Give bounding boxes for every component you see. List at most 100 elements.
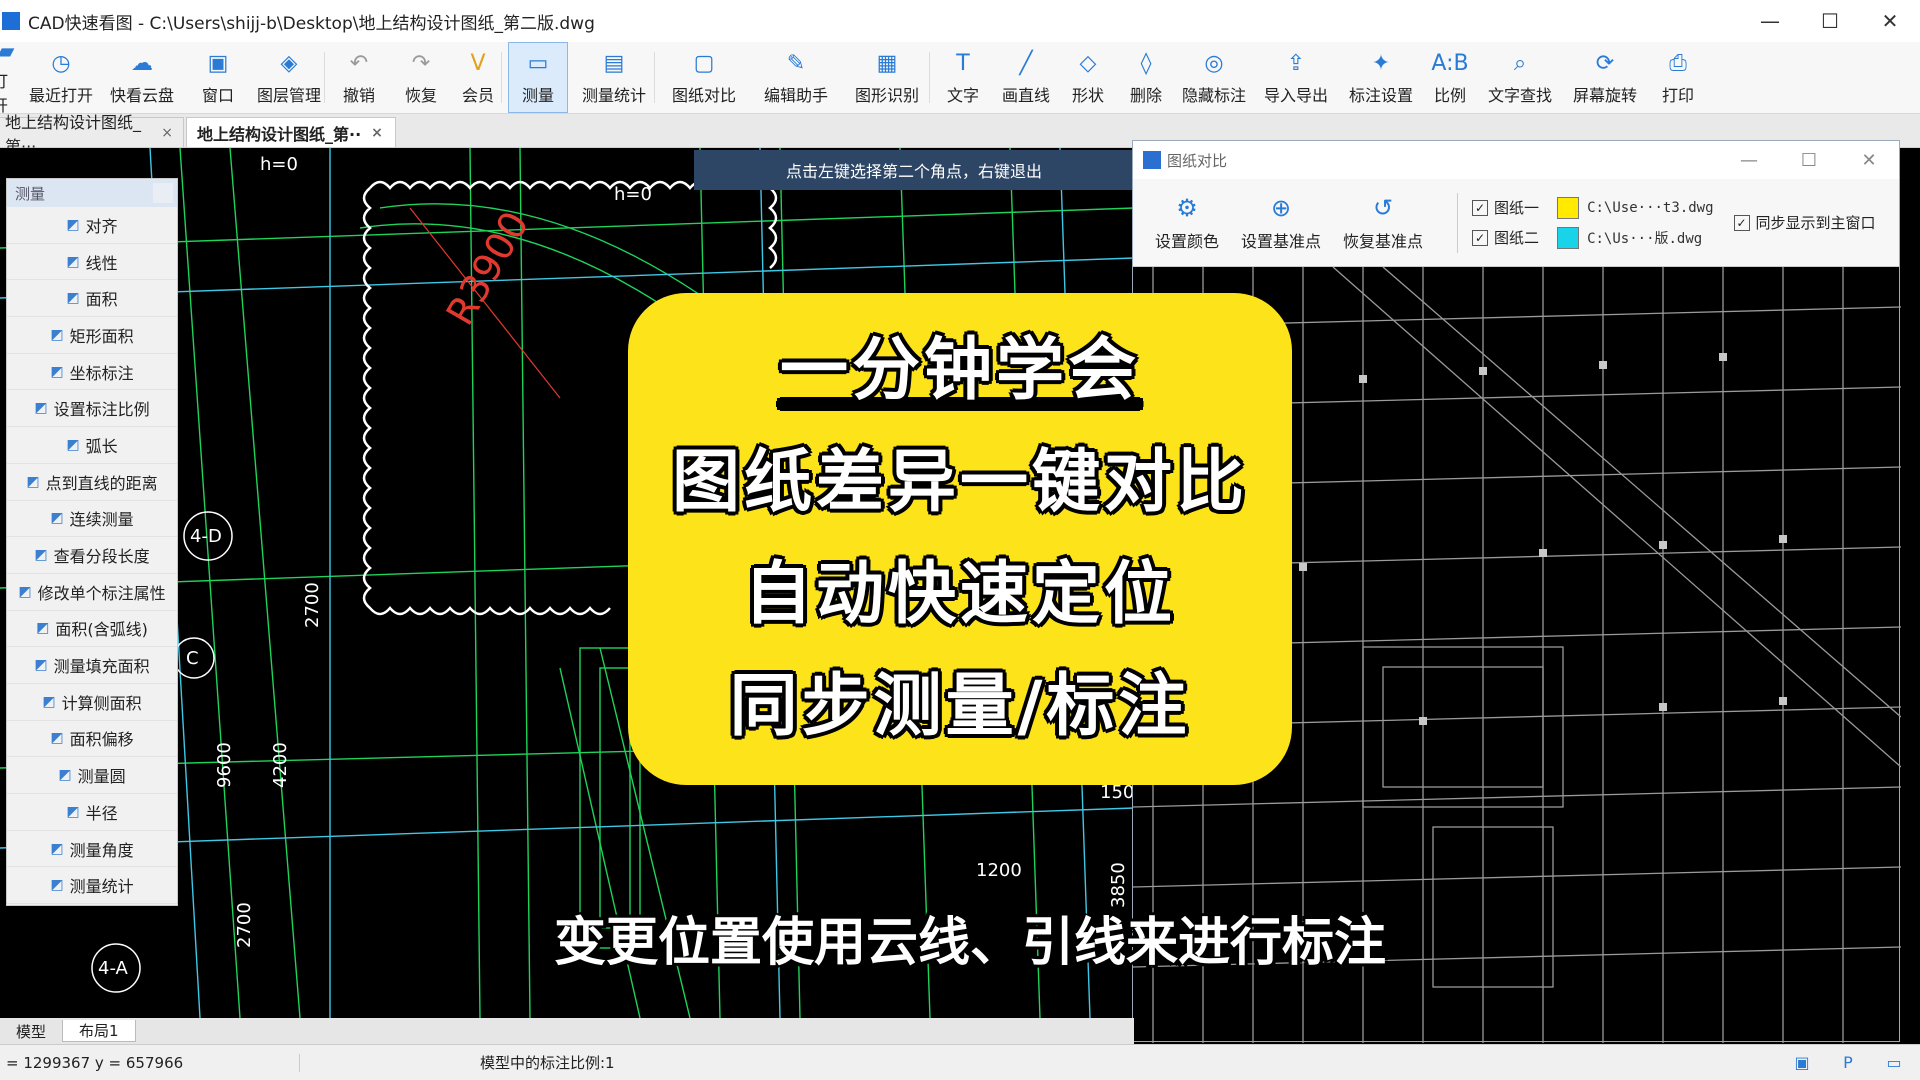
measure-item[interactable]: ◩ 面积偏移 <box>7 721 177 758</box>
toolbar-text-search-button[interactable]: ⌕ 文字查找 <box>1480 42 1560 113</box>
toolbar-vip-button[interactable]: V 会员 <box>455 42 501 113</box>
toolbar-annotation-settings-button[interactable]: ✦ 标注设置 <box>1342 42 1420 113</box>
measure-item[interactable]: ◩ 设置标注比例 <box>7 390 177 428</box>
compare-maximize-button[interactable]: ☐ <box>1779 150 1839 171</box>
compare-minimize-button[interactable]: — <box>1719 150 1779 171</box>
measure-tool-icon: ◩ <box>58 767 72 784</box>
toolbar-hide-button[interactable]: ◎ 隐藏标注 <box>1178 42 1250 113</box>
measure-item-label: 坐标标注 <box>69 363 134 383</box>
toolbar-scale-button[interactable]: A:B 比例 <box>1426 42 1474 113</box>
measure-item[interactable]: ◩ 对齐 <box>7 207 177 244</box>
measure-item[interactable]: ◩ 计算侧面积 <box>7 684 177 721</box>
measure-item[interactable]: ◩ 查看分段长度 <box>7 537 177 574</box>
panel-close-button[interactable] <box>153 183 173 203</box>
toolbar-measure-stats-button[interactable]: ▤ 测量统计 <box>574 42 654 113</box>
compare-close-button[interactable]: ✕ <box>1839 150 1899 171</box>
drawing-two-color-swatch[interactable] <box>1557 226 1580 249</box>
annotation-scale: 模型中的标注比例:1 <box>480 1054 615 1072</box>
pdf-icon[interactable]: P <box>1828 1050 1868 1076</box>
toolbar-import-export-button[interactable]: ⇪ 导入导出 <box>1256 42 1336 113</box>
drawing-one-checkbox[interactable]: ✓ <box>1472 199 1489 216</box>
tab-close-icon[interactable]: × <box>371 125 383 141</box>
set-color-button[interactable]: ⚙ 设置颜色 <box>1155 194 1219 252</box>
toolbar-label: 图纸对比 <box>671 85 736 105</box>
measure-item[interactable]: ◩ 面积 <box>7 280 177 318</box>
measure-item[interactable]: ◩ 测量统计 <box>7 867 177 905</box>
status-bar: = 1299367 y = 657966 模型中的标注比例:1 ▣ P ▭ <box>0 1044 1920 1080</box>
toolbar-label: 恢复 <box>404 85 437 105</box>
measure-item[interactable]: ◩ 测量填充面积 <box>7 647 177 684</box>
toolbar-rotate-screen-button[interactable]: ⟳ 屏幕旋转 <box>1566 42 1644 113</box>
measure-item-label: 对齐 <box>85 216 118 236</box>
document-tab-active[interactable]: 地上结构设计图纸_第·· × <box>186 117 396 147</box>
measure-item[interactable]: ◩ 测量角度 <box>7 831 177 868</box>
measure-item[interactable]: ◩ 矩形面积 <box>7 317 177 354</box>
measure-item[interactable]: ◩ 半径 <box>7 794 177 831</box>
measure-item-label: 修改单个标注属性 <box>37 583 166 603</box>
compare-window-title: 图纸对比 <box>1167 151 1228 170</box>
measure-tool-icon: ◩ <box>50 363 64 380</box>
sync-checkbox[interactable]: ✓ <box>1733 214 1750 231</box>
measure-tool-icon: ◩ <box>50 326 64 343</box>
screen-icon[interactable]: ▭ <box>1874 1050 1914 1076</box>
layout-tab[interactable]: 布局1 <box>62 1020 136 1042</box>
ruler-icon: ▭ <box>527 51 549 76</box>
hide-icon: ◎ <box>1204 51 1224 76</box>
toolbar-layers-button[interactable]: ◈ 图层管理 <box>254 42 324 113</box>
toolbar-clock-button[interactable]: ◷ 最近打开 <box>26 42 96 113</box>
document-tab[interactable]: 地上结构设计图纸_第··· × <box>0 113 184 156</box>
toolbar-eraser-button[interactable]: ◊ 删除 <box>1120 42 1172 113</box>
toolbar-label: 打印 <box>1661 85 1694 105</box>
model-tab[interactable]: 模型 <box>0 1021 62 1042</box>
toolbar-text-button[interactable]: T 文字 <box>936 42 990 113</box>
layout-icon[interactable]: ▣ <box>1782 1050 1822 1076</box>
sync-row: ✓ 同步显示到主窗口 <box>1733 208 1876 238</box>
drawing-two-checkbox[interactable]: ✓ <box>1472 229 1489 246</box>
tab-label: 地上结构设计图纸_第·· <box>197 124 362 144</box>
dimension-label: 2700 <box>302 582 323 628</box>
toolbar-ruler-button[interactable]: ▭ 测量 <box>508 42 568 113</box>
measure-item[interactable]: ◩ 修改单个标注属性 <box>7 574 177 611</box>
toolbar-cloud-button[interactable]: ☁ 快看云盘 <box>102 42 182 113</box>
drawing-one-color-swatch[interactable] <box>1557 196 1580 219</box>
toolbar-folder-button[interactable]: ▰ 打开 <box>0 39 20 115</box>
title-bar: CAD快速看图 - C:\Users\shijj-b\Desktop\地上结构设… <box>0 0 1920 42</box>
toolbar-shape-recognize-button[interactable]: ▦ 图形识别 <box>845 42 929 113</box>
toolbar-line-button[interactable]: ╱ 画直线 <box>996 42 1056 113</box>
toolbar-printer-button[interactable]: ⎙ 打印 <box>1650 42 1706 113</box>
dimension-label: 4200 <box>270 742 291 788</box>
measure-item[interactable]: ◩ 坐标标注 <box>7 354 177 391</box>
measure-item[interactable]: ◩ 连续测量 <box>7 501 177 538</box>
toolbar-label: 画直线 <box>1001 85 1050 105</box>
tab-close-icon[interactable]: × <box>161 125 173 141</box>
axis-label: 4-A <box>98 958 129 979</box>
toolbar-compare-button[interactable]: ▢ 图纸对比 <box>661 42 747 113</box>
maximize-button[interactable]: ☐ <box>1800 0 1860 42</box>
measure-item-label: 查看分段长度 <box>53 547 150 567</box>
measure-item[interactable]: ◩ 面积(含弧线) <box>7 611 177 648</box>
close-button[interactable]: ✕ <box>1860 0 1920 42</box>
toolbar-edit-assistant-button[interactable]: ✎ 编辑助手 <box>753 42 839 113</box>
measure-tool-icon: ◩ <box>34 547 48 564</box>
measure-item[interactable]: ◩ 线性 <box>7 244 177 281</box>
main-toolbar: ▰ 打开 ◷ 最近打开 ☁ 快看云盘 ▣ 窗口 ◈ 图层管理 ↶ 撤销 ↷ 恢复 V 会员 ▭ 测量 ▤ 测量统计 ▢ 图… <box>0 39 1920 115</box>
measure-item[interactable]: ◩ 弧长 <box>7 427 177 464</box>
measure-item[interactable]: ◩ 测量圆 <box>7 757 177 794</box>
height-label: h=0 <box>260 154 298 175</box>
toolbar-shape-button[interactable]: ◇ 形状 <box>1062 42 1114 113</box>
toolbar-undo-button[interactable]: ↶ 撤销 <box>331 42 387 113</box>
compare-app-icon <box>1143 151 1161 169</box>
toolbar-window-button[interactable]: ▣ 窗口 <box>188 42 248 113</box>
command-prompt: 点击左键选择第二个角点，右键退出 <box>694 150 1134 190</box>
toolbar-label: 图层管理 <box>256 85 321 105</box>
toolbar-redo-button[interactable]: ↷ 恢复 <box>393 42 449 113</box>
text-icon: T <box>956 51 970 76</box>
minimize-button[interactable]: — <box>1740 0 1800 42</box>
toolbar-label: 比例 <box>1433 85 1466 105</box>
set-color-label: 设置颜色 <box>1155 231 1220 251</box>
restore-base-point-button[interactable]: ↺ 恢复基准点 <box>1343 194 1423 252</box>
measure-tool-icon: ◩ <box>34 657 48 674</box>
axis-label: 4-D <box>190 526 222 547</box>
set-base-point-button[interactable]: ⊕ 设置基准点 <box>1241 194 1321 252</box>
measure-item[interactable]: ◩ 点到直线的距离 <box>7 464 177 501</box>
